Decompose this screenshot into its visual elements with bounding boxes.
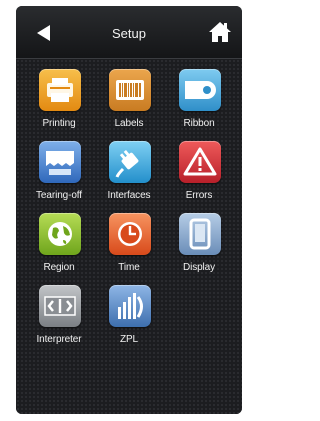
interpreter-label: Interpreter bbox=[36, 334, 82, 345]
interpreter-tile[interactable]: Interpreter bbox=[24, 285, 94, 353]
region-tile[interactable]: Region bbox=[24, 213, 94, 281]
tearing-off-label: Tearing-off bbox=[36, 190, 82, 201]
time-tile[interactable]: Time bbox=[94, 213, 164, 281]
header-bar: Setup bbox=[16, 6, 242, 59]
tearing-off-tile[interactable]: Tearing-off bbox=[24, 141, 94, 209]
tear-off-icon bbox=[39, 141, 81, 183]
clock-icon bbox=[109, 213, 151, 255]
interpreter-icon bbox=[39, 285, 81, 327]
globe-icon bbox=[39, 213, 81, 255]
display-icon bbox=[179, 213, 221, 255]
back-arrow-icon[interactable] bbox=[34, 23, 54, 43]
interfaces-tile[interactable]: Interfaces bbox=[94, 141, 164, 209]
zpl-tile[interactable]: ZPL bbox=[94, 285, 164, 353]
zpl-icon bbox=[109, 285, 151, 327]
display-label: Display bbox=[182, 262, 216, 273]
ribbon-roll-icon bbox=[179, 69, 221, 111]
printing-label: Printing bbox=[42, 118, 76, 129]
interfaces-label: Interfaces bbox=[107, 190, 151, 201]
time-label: Time bbox=[118, 262, 140, 273]
ribbon-label: Ribbon bbox=[183, 118, 215, 129]
zpl-label: ZPL bbox=[119, 334, 139, 345]
barcode-label-icon bbox=[109, 69, 151, 111]
labels-label: Labels bbox=[114, 118, 144, 129]
region-label: Region bbox=[43, 262, 75, 273]
setup-menu-grid: Printing Labels Ribbon Tearing-off Inter… bbox=[16, 59, 242, 414]
errors-label: Errors bbox=[185, 190, 213, 201]
device-screen: Setup Printing Labels Ribbon Tearing-off… bbox=[16, 6, 242, 414]
printing-tile[interactable]: Printing bbox=[24, 69, 94, 137]
errors-tile[interactable]: Errors bbox=[164, 141, 234, 209]
labels-tile[interactable]: Labels bbox=[94, 69, 164, 137]
display-tile[interactable]: Display bbox=[164, 213, 234, 281]
printer-icon bbox=[39, 69, 81, 111]
warning-icon bbox=[179, 141, 221, 183]
plug-icon bbox=[109, 141, 151, 183]
page-title: Setup bbox=[112, 26, 146, 41]
home-icon[interactable] bbox=[208, 20, 232, 44]
ribbon-tile[interactable]: Ribbon bbox=[164, 69, 234, 137]
